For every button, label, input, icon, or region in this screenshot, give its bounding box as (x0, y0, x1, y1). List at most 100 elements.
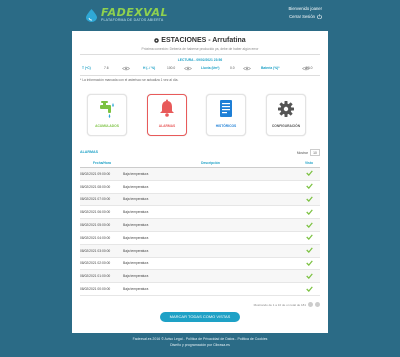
tile-label: CONFIGURACIÓN (271, 124, 301, 128)
previous-page-button[interactable] (308, 302, 313, 307)
alarm-description: Baja temperatura (123, 244, 298, 258)
next-page-button[interactable] (315, 302, 320, 307)
top-header: FADEXVAL PLATAFORMA DE DATOS ABIERTA Bie… (0, 0, 400, 30)
seen-cell[interactable] (298, 218, 320, 232)
check-icon (305, 273, 313, 279)
seen-cell[interactable] (298, 205, 320, 220)
footer: Fadexval.es 2016 © Aviso Legal - Polític… (0, 337, 400, 348)
check-icon (305, 222, 313, 228)
table-row: 08/02/2021 00:00:00 Baja temperatura (80, 282, 320, 296)
seen-cell[interactable] (298, 269, 320, 284)
alarm-date: 08/02/2021 09:00:00 (80, 167, 123, 181)
tile-configuracion[interactable]: CONFIGURACIÓN (266, 94, 306, 136)
tile-label: ALARMAS (158, 124, 176, 128)
alarm-date: 08/02/2021 08:00:00 (80, 180, 123, 194)
show-label: Mostrar (296, 150, 308, 155)
tile-historicos[interactable]: HISTÓRICOS (206, 94, 246, 136)
alarms-section-title: ALARMAS (80, 150, 98, 154)
reading-label: T (ºC) (82, 66, 91, 70)
alarm-date: 08/02/2021 05:00:00 (80, 218, 123, 232)
next-connection-text: Próxima conexión: Debería de haberse pro… (141, 47, 259, 51)
footer-credit[interactable]: Diseño y programación por Cibrasa.es (0, 343, 400, 349)
table-row: 08/02/2021 02:00:00 Baja temperatura (80, 257, 320, 271)
alarm-date: 08/02/2021 00:00:00 (80, 282, 123, 296)
logo-subtitle: PLATAFORMA DE DATOS ABIERTA (101, 18, 164, 23)
table-row: 08/02/2021 03:00:00 Baja temperatura (80, 244, 320, 258)
seen-cell[interactable] (298, 180, 320, 194)
gear-icon (278, 101, 294, 117)
eye-icon[interactable] (243, 66, 251, 71)
table-row: 08/02/2021 04:00:00 Baja temperatura (80, 231, 320, 245)
check-icon (305, 170, 313, 177)
seen-cell[interactable] (298, 193, 320, 207)
last-reading-box: LECTURA - 09/02/2021 23:56 T (ºC) 7.6 H … (80, 54, 320, 76)
welcome-text: Bienvenido joaner (288, 6, 322, 11)
column-header[interactable]: Visto (298, 158, 320, 168)
power-icon (317, 14, 322, 20)
check-icon (305, 286, 313, 292)
seen-cell[interactable] (298, 244, 320, 258)
alarm-date: 08/02/2021 03:00:00 (80, 244, 123, 258)
check-icon (305, 196, 313, 202)
mark-all-seen-button[interactable]: MARCAR TODAS COMO VISTAS (160, 312, 240, 322)
table-row: 08/02/2021 07:00:00 Baja temperatura (80, 193, 320, 207)
document-list-icon (220, 100, 232, 117)
logout-link[interactable]: Cerrar Sesión (288, 13, 322, 21)
seen-cell[interactable] (298, 282, 320, 296)
table-row: 08/02/2021 01:00:00 Baja temperatura (80, 269, 320, 284)
reading-temperature: T (ºC) 7.6 (82, 65, 109, 71)
alarm-description: Baja temperatura (123, 205, 298, 220)
page-size-control: Mostrar 10 (297, 149, 320, 156)
check-icon (305, 209, 313, 215)
alarm-date: 08/02/2021 06:00:00 (80, 205, 123, 220)
column-header[interactable]: Descripción (123, 158, 298, 168)
tile-alarmas[interactable]: ALARMAS (147, 94, 187, 136)
eye-icon[interactable] (302, 66, 310, 71)
reading-rain: Lluvia (l/m²) 0.0 (201, 65, 235, 71)
eye-icon[interactable] (184, 66, 192, 71)
pager-info: Mostrando de 1 a 10 de un total de 181 (253, 302, 306, 307)
reading-label: Batería (%)* (261, 66, 280, 70)
alarm-date: 08/02/2021 01:00:00 (80, 269, 123, 284)
main-panel: ESTACIONES - Arrufatina Próxima conexión… (72, 31, 328, 333)
alarm-description: Baja temperatura (123, 231, 298, 245)
alarm-date: 08/02/2021 04:00:00 (80, 231, 123, 245)
reading-humidity: H (- / %) 100.0 (143, 65, 175, 71)
alarm-date: 08/02/2021 07:00:00 (80, 193, 123, 207)
location-pin-icon (154, 37, 160, 43)
check-icon (305, 234, 313, 241)
eye-icon[interactable] (122, 66, 130, 71)
check-icon (305, 183, 313, 190)
reading-label: H (- / %) (143, 66, 156, 70)
reading-value: 0.0 (230, 66, 235, 70)
column-header[interactable]: Fecha/Hora (80, 158, 123, 168)
logout-label: Cerrar Sesión (289, 13, 315, 19)
user-area: Bienvenido joaner Cerrar Sesión (288, 5, 322, 21)
alarm-description: Baja temperatura (123, 257, 298, 271)
page-title: ESTACIONES - Arrufatina (72, 37, 328, 44)
table-row: 08/02/2021 06:00:00 Baja temperatura (80, 205, 320, 220)
last-reading-label: LECTURA - 09/02/2021 23:56 (177, 58, 223, 62)
faucet-icon (100, 101, 114, 118)
station-title: ESTACIONES - Arrufatina (161, 37, 246, 44)
alarm-description: Baja temperatura (123, 218, 298, 232)
reading-value: 100.0 (167, 66, 176, 70)
seen-cell[interactable] (298, 257, 320, 271)
pagination: Mostrando de 1 a 10 de un total de 181 (254, 302, 320, 307)
page-size-select[interactable]: 10 (310, 149, 320, 156)
tile-acumulados[interactable]: ACUMULADOS (87, 94, 127, 136)
tile-label: ACUMULADOS (95, 124, 119, 128)
alarm-date: 08/02/2021 02:00:00 (80, 257, 123, 271)
bell-icon (160, 99, 174, 117)
seen-cell[interactable] (298, 231, 320, 245)
seen-cell[interactable] (298, 167, 320, 181)
check-icon (305, 247, 313, 254)
alarm-description: Baja temperatura (123, 193, 298, 207)
check-icon (305, 260, 313, 266)
alarms-table: Fecha/Hora Descripción Visto 08/02/2021 … (80, 158, 320, 296)
logo-title: FADEXVAL (101, 6, 169, 20)
reading-battery: Batería (%)* 90.0 (261, 65, 312, 71)
reading-value: 7.6 (104, 66, 109, 70)
tile-label: HISTÓRICOS (215, 124, 237, 128)
fadexval-logo[interactable]: FADEXVAL PLATAFORMA DE DATOS ABIERTA (86, 4, 168, 26)
